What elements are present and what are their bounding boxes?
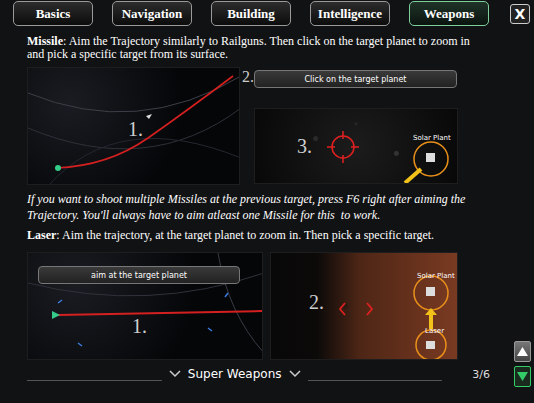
- tab[interactable]: Intelligence: [310, 1, 390, 26]
- footer-divider: [308, 380, 443, 381]
- missile-figures: 1. 2.Click on the target planet 3. Solar Pl…: [27, 67, 490, 185]
- scroll-down-button[interactable]: [514, 366, 531, 387]
- chevron-down-icon[interactable]: [288, 368, 302, 380]
- laser-step-1-figure: aim at the target planet 1.: [27, 252, 263, 360]
- help-content: Missile: Aim the Trajectory similarly to…: [0, 26, 510, 403]
- laser-step-2-figure: 2. Solar Plant Laser: [270, 252, 458, 360]
- tab[interactable]: Building: [211, 1, 291, 26]
- laser-figures: aim at the target planet 1. 2. Solar Plant L…: [27, 252, 490, 360]
- category-label[interactable]: Super Weapons: [188, 367, 282, 381]
- building-label: Laser: [425, 327, 444, 335]
- scroll-up-button[interactable]: [514, 341, 531, 362]
- step-number: 3.: [297, 135, 312, 157]
- scroll-controls: [510, 26, 534, 403]
- tab[interactable]: Basics: [13, 1, 93, 26]
- missile-step-2: 2.Click on the target planet: [242, 68, 458, 88]
- page-footer: Super Weapons 3/6: [27, 362, 490, 386]
- hint-box: aim at the target planet: [38, 266, 240, 284]
- page-counter: 3/6: [472, 368, 490, 381]
- target-buildings-diagram: [271, 253, 458, 360]
- step-number: 1.: [132, 315, 147, 337]
- arrow-down-icon: [517, 372, 528, 381]
- step-number: 2.: [242, 68, 252, 86]
- building-label: Solar Plant: [413, 134, 451, 142]
- tab[interactable]: Weapons: [409, 1, 489, 26]
- close-button[interactable]: X: [510, 4, 530, 24]
- laser-text: : Aim the trajectory, at the target plan…: [56, 228, 434, 242]
- tab-bar: Basics Navigation Building Intelligence Weap…: [0, 0, 534, 26]
- chevron-down-icon[interactable]: [168, 368, 182, 380]
- hint-box: Click on the target planet: [254, 70, 457, 88]
- crosshair-icon: [255, 109, 458, 184]
- missile-step-3-figure: 3. Solar Plant: [254, 108, 458, 184]
- arrow-up-icon: [517, 347, 528, 356]
- missile-text: : Aim the Trajectory similarly to Railgu…: [27, 34, 470, 61]
- tab[interactable]: Navigation: [112, 1, 192, 26]
- laser-description: Laser: Aim the trajectory, at the target…: [27, 229, 490, 242]
- missile-step-1-figure: 1.: [27, 67, 240, 185]
- missile-right-column: 2.Click on the target planet 3. Solar Plan…: [242, 67, 458, 185]
- missile-title: Missile: [27, 34, 63, 48]
- footer-divider: [27, 380, 162, 381]
- multi-missile-note: If you want to shoot multiple Missiles a…: [27, 191, 490, 223]
- missile-description: Missile: Aim the Trajectory similarly to…: [27, 35, 490, 61]
- step-number: 2.: [309, 291, 324, 313]
- help-body: Missile: Aim the Trajectory similarly to…: [0, 26, 534, 403]
- laser-title: Laser: [27, 228, 56, 242]
- building-label: Solar Plant: [417, 272, 455, 280]
- step-number: 1.: [128, 118, 143, 140]
